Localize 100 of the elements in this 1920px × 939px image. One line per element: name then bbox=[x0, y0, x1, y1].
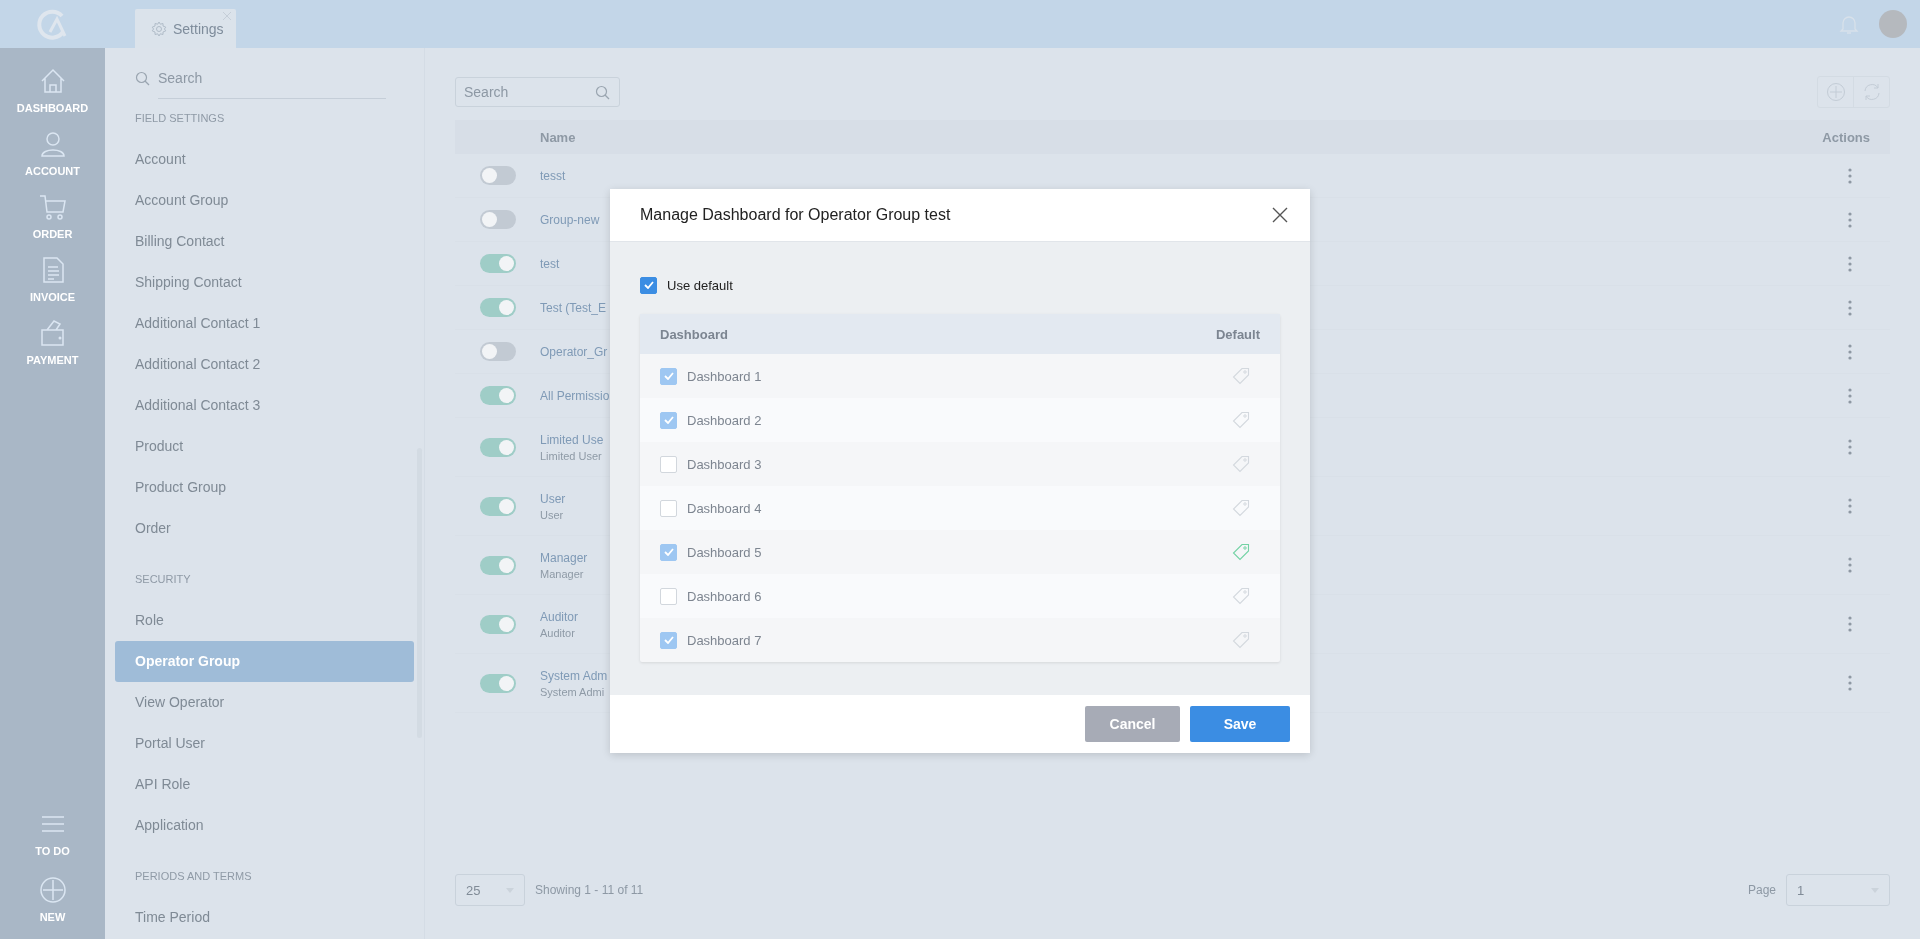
row-subtitle: Limited User bbox=[540, 449, 603, 462]
sidebar-item[interactable]: Additional Contact 1 bbox=[115, 303, 414, 344]
tag-icon[interactable] bbox=[1232, 631, 1250, 649]
sidebar-item[interactable]: Shipping Contact bbox=[115, 262, 414, 303]
tag-icon[interactable] bbox=[1232, 367, 1250, 385]
nav-item[interactable]: TO DO bbox=[0, 809, 105, 857]
row-name: Limited Use bbox=[540, 432, 604, 447]
dashboard-name: Dashboard 2 bbox=[687, 412, 762, 428]
page-select[interactable]: 1 bbox=[1786, 874, 1890, 906]
toggle-switch[interactable] bbox=[480, 386, 516, 405]
refresh-icon bbox=[1861, 82, 1882, 102]
sidebar-item[interactable]: Additional Contact 3 bbox=[115, 385, 414, 426]
toggle-switch[interactable] bbox=[480, 342, 516, 361]
more-icon[interactable] bbox=[1848, 167, 1852, 184]
sidebar-item[interactable]: Portal User bbox=[115, 723, 414, 764]
section-heading: SECURITY bbox=[134, 572, 192, 587]
page-size-select[interactable]: 25 bbox=[455, 874, 525, 906]
dashboard-name: Dashboard 4 bbox=[687, 500, 762, 516]
column-header: Name bbox=[540, 129, 576, 145]
more-icon[interactable] bbox=[1848, 498, 1852, 514]
sidebar-item[interactable]: Additional Contact 2 bbox=[115, 344, 414, 385]
tag-icon[interactable] bbox=[1232, 587, 1250, 605]
row-name: Manager bbox=[540, 550, 588, 565]
gear-icon bbox=[151, 20, 167, 37]
sidebar-item[interactable]: Operator Group bbox=[115, 641, 414, 682]
column-header: Default bbox=[1215, 326, 1260, 342]
sidebar-item[interactable]: API Role bbox=[115, 764, 414, 805]
row-name: test bbox=[540, 256, 560, 271]
row-name: Group-new bbox=[540, 212, 600, 227]
more-icon[interactable] bbox=[1848, 343, 1852, 360]
nav-item[interactable]: NEW bbox=[0, 875, 105, 923]
sidebar-item[interactable]: Role bbox=[115, 600, 414, 641]
cancel-button[interactable]: Cancel bbox=[1085, 706, 1180, 742]
nav-item[interactable]: PAYMENT bbox=[0, 318, 105, 366]
toggle-switch[interactable] bbox=[480, 254, 516, 273]
cart-icon bbox=[37, 192, 68, 222]
nav-item[interactable]: ACCOUNT bbox=[0, 129, 105, 177]
checkbox[interactable] bbox=[660, 543, 677, 561]
toggle-switch[interactable] bbox=[480, 555, 516, 575]
checkbox[interactable] bbox=[660, 631, 677, 649]
dashboard-name: Dashboard 6 bbox=[687, 588, 762, 604]
save-button[interactable]: Save bbox=[1190, 706, 1290, 742]
dashboard-name: Dashboard 1 bbox=[687, 368, 762, 384]
more-icon[interactable] bbox=[1848, 675, 1852, 691]
dashboard-name: Dashboard 5 bbox=[687, 544, 762, 560]
toggle-switch[interactable] bbox=[480, 673, 516, 693]
sidebar-item[interactable]: Product Group bbox=[115, 467, 414, 508]
toggle-switch[interactable] bbox=[480, 437, 516, 457]
toggle-switch[interactable] bbox=[480, 298, 516, 317]
toggle-switch[interactable] bbox=[480, 614, 516, 634]
more-icon[interactable] bbox=[1848, 299, 1852, 316]
nav-item[interactable]: ORDER bbox=[0, 192, 105, 240]
page-label: Page bbox=[1747, 883, 1776, 897]
row-subtitle: Auditor bbox=[540, 626, 576, 639]
avatar[interactable] bbox=[1879, 10, 1907, 38]
close-icon[interactable] bbox=[1272, 207, 1288, 223]
section-heading: FIELD SETTINGS bbox=[134, 111, 226, 126]
more-icon[interactable] bbox=[1848, 439, 1852, 455]
sidebar-item[interactable]: Time Period bbox=[115, 897, 414, 938]
more-icon[interactable] bbox=[1848, 616, 1852, 632]
more-icon[interactable] bbox=[1848, 211, 1852, 228]
tag-icon[interactable] bbox=[1232, 543, 1250, 561]
row-subtitle: System Admi bbox=[540, 685, 606, 698]
toggle-switch[interactable] bbox=[480, 166, 516, 185]
search-field[interactable]: Search bbox=[158, 57, 386, 99]
more-icon[interactable] bbox=[1848, 387, 1852, 404]
section-heading: PERIODS AND TERMS bbox=[134, 869, 253, 884]
search-field[interactable]: Search bbox=[455, 77, 620, 107]
checkbox[interactable] bbox=[640, 276, 657, 294]
more-icon[interactable] bbox=[1848, 557, 1852, 573]
sidebar-item[interactable]: Product bbox=[115, 426, 414, 467]
sidebar-item[interactable]: View Operator bbox=[115, 682, 414, 723]
tag-icon[interactable] bbox=[1232, 499, 1250, 517]
sidebar-item[interactable]: Account bbox=[115, 139, 414, 180]
sidebar-item[interactable]: Billing Contact bbox=[115, 221, 414, 262]
search-icon bbox=[595, 85, 610, 100]
checkbox-label: Use default bbox=[667, 277, 733, 293]
row-name: tesst bbox=[540, 168, 566, 183]
sidebar-item[interactable]: Account Group bbox=[115, 180, 414, 221]
tab[interactable]: Settings bbox=[135, 9, 236, 48]
nav-item[interactable]: INVOICE bbox=[0, 255, 105, 303]
toggle-switch[interactable] bbox=[480, 496, 516, 516]
sidebar-item[interactable]: Application bbox=[115, 805, 414, 846]
tag-icon[interactable] bbox=[1232, 455, 1250, 473]
checkbox[interactable] bbox=[660, 411, 677, 429]
check-icon bbox=[643, 281, 654, 289]
checkbox[interactable] bbox=[660, 367, 677, 385]
tag-icon[interactable] bbox=[1232, 411, 1250, 429]
check-icon bbox=[663, 372, 674, 380]
row-name: System Adm bbox=[540, 668, 608, 683]
row-name: Operator_Gr bbox=[540, 344, 608, 359]
nav-item[interactable]: DASHBOARD bbox=[0, 66, 105, 114]
dashboard-name: Dashboard 7 bbox=[687, 632, 762, 648]
check-icon bbox=[663, 636, 674, 644]
sidebar-item[interactable]: Order bbox=[115, 508, 414, 549]
row-subtitle: Manager bbox=[540, 567, 585, 580]
row-name: User bbox=[540, 491, 566, 506]
toggle-switch[interactable] bbox=[480, 210, 516, 229]
row-subtitle: User bbox=[540, 508, 565, 521]
more-icon[interactable] bbox=[1848, 255, 1852, 272]
